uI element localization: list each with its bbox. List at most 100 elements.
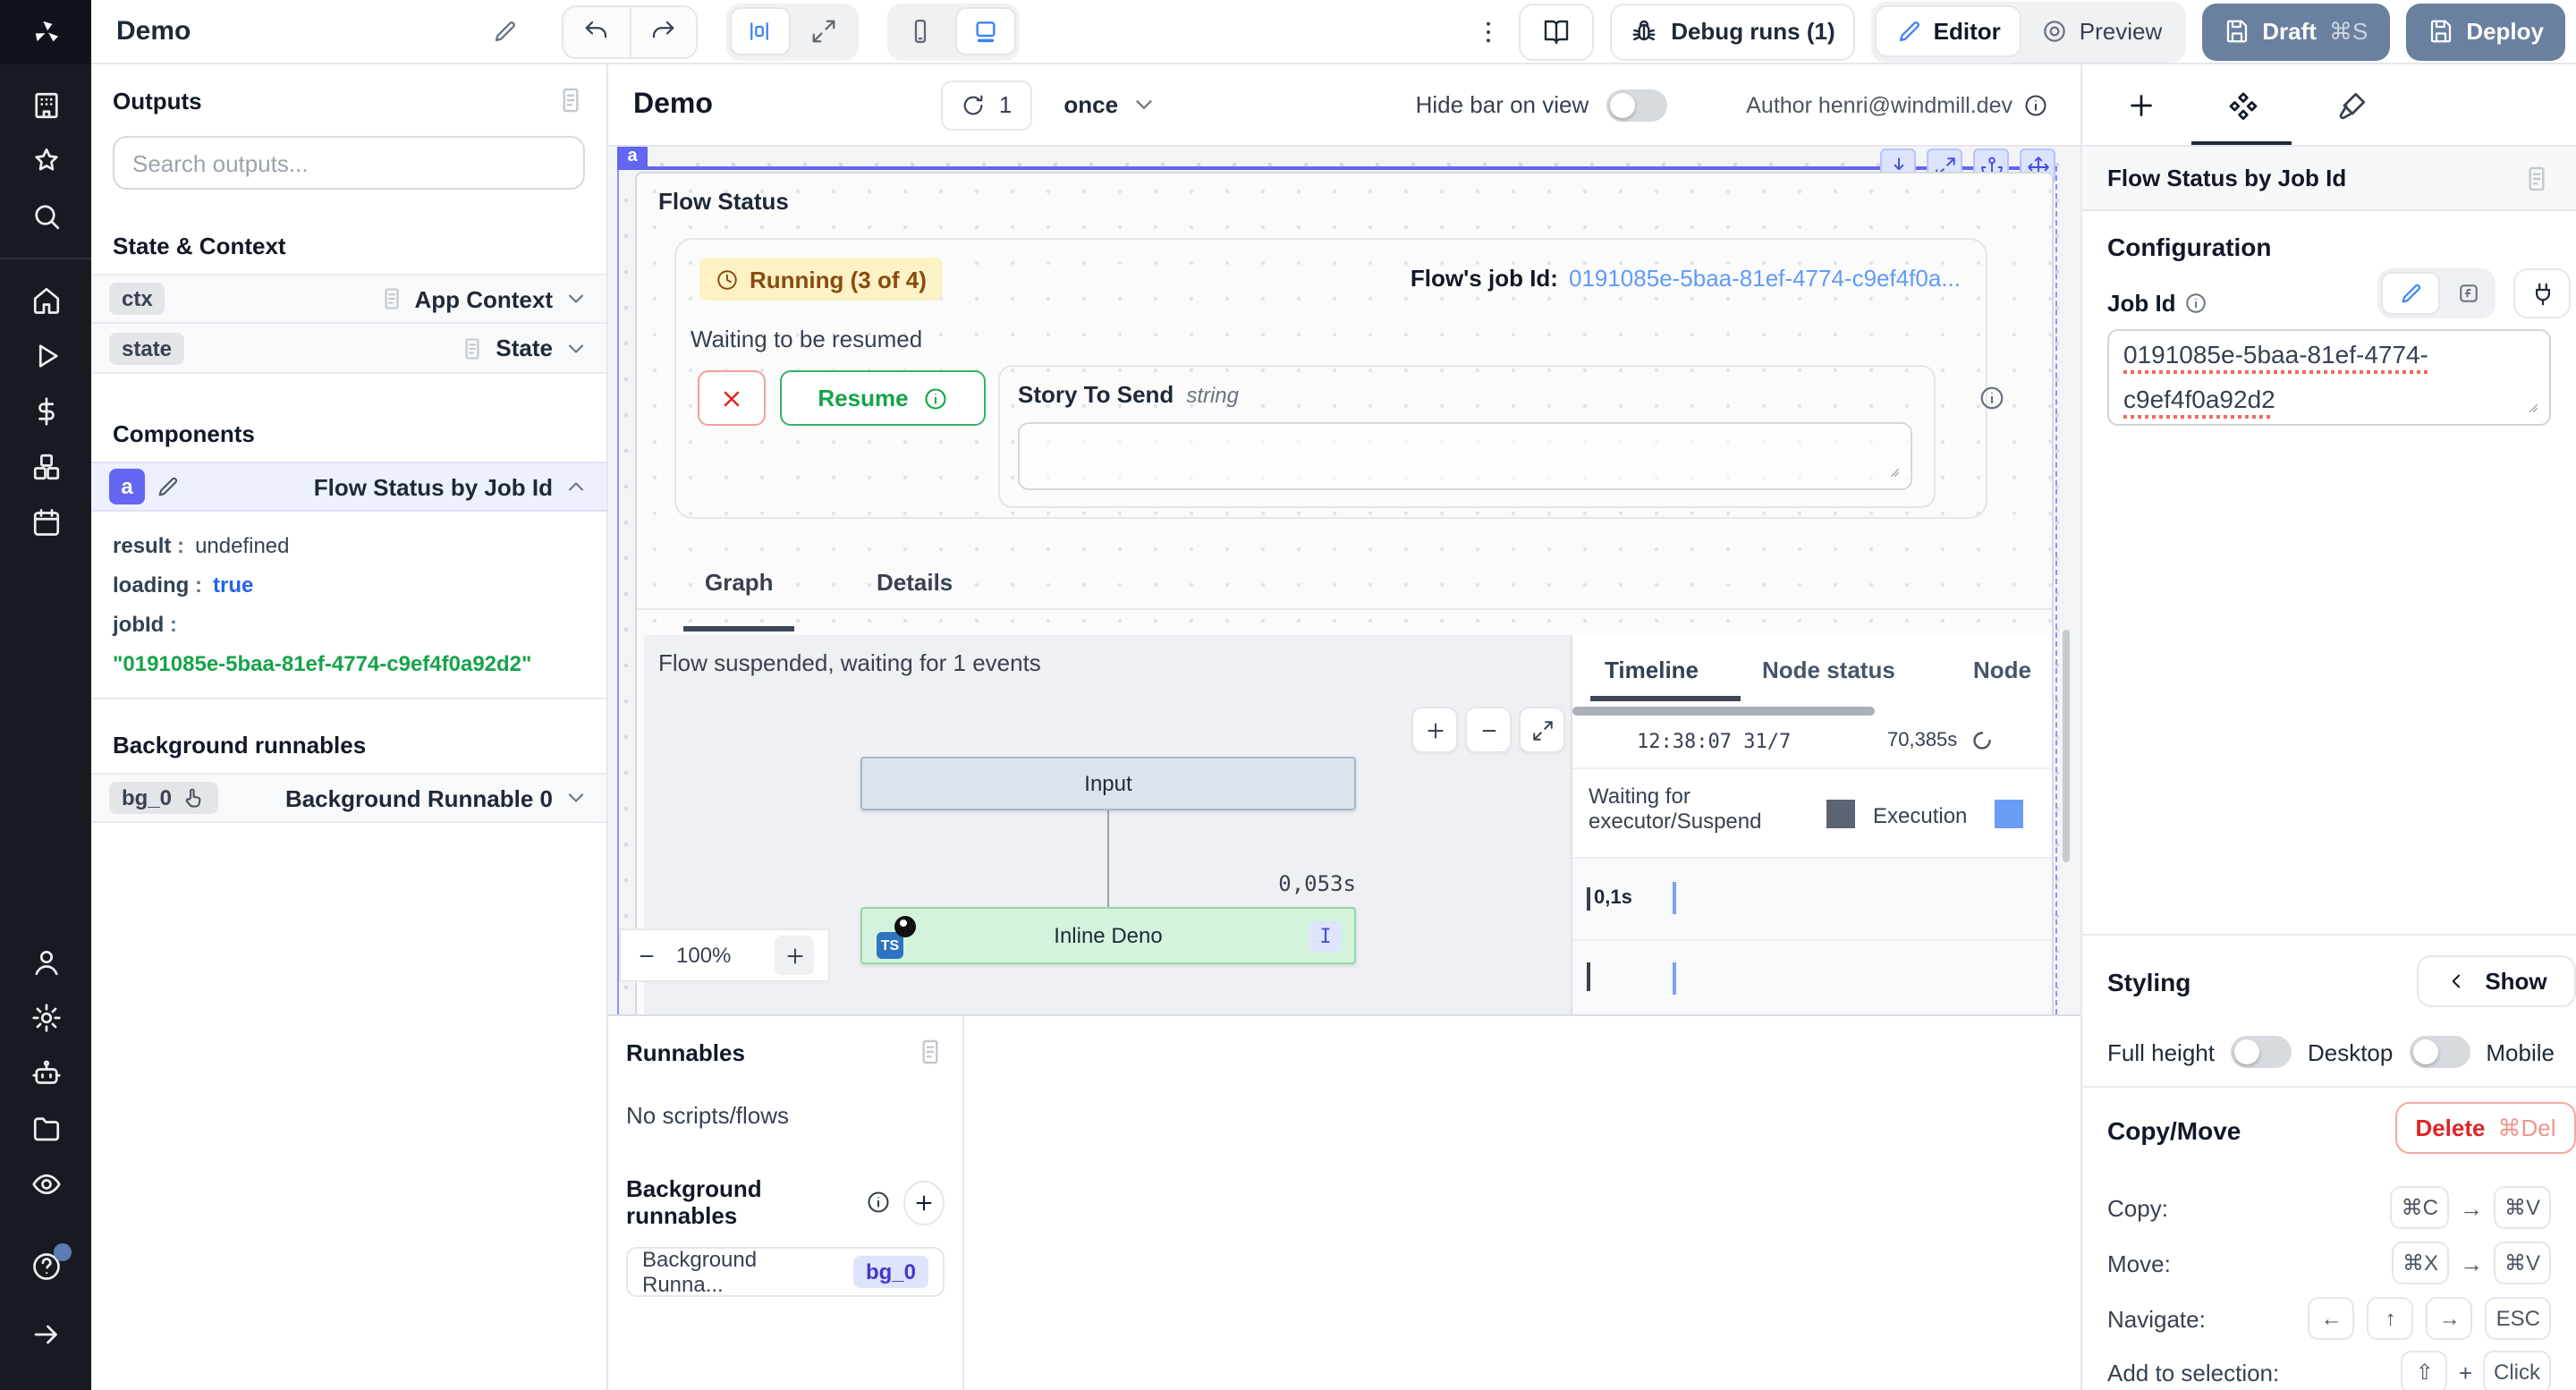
panel-doc-icon[interactable] [556, 86, 585, 114]
calendar-icon[interactable] [30, 506, 62, 538]
search-icon[interactable] [30, 200, 62, 233]
horizontal-scrollbar[interactable] [1572, 707, 1875, 716]
more-menu-icon[interactable] [1474, 17, 1503, 46]
background-runnables-heading: Background runnables [91, 699, 606, 773]
bg-item-label: Background Runna... [642, 1247, 839, 1297]
tab-node-status[interactable]: Node status [1762, 657, 1895, 683]
timeline-partial-row [1572, 941, 2054, 1014]
star-icon[interactable] [30, 145, 62, 177]
panel-doc-icon[interactable] [916, 1038, 945, 1066]
hide-bar-toggle[interactable] [1606, 89, 1667, 121]
app-canvas[interactable]: a Flow Status Running (3 of 4) [608, 147, 2080, 1014]
full-height-toggle[interactable] [2231, 1036, 2292, 1068]
cubes-icon[interactable] [30, 451, 62, 483]
settings-icon[interactable] [30, 1002, 62, 1034]
outputs-title: Outputs [113, 87, 202, 114]
cancel-button[interactable] [698, 370, 766, 426]
graph-node-inline-deno[interactable]: TS Inline Deno I [860, 907, 1356, 964]
fit-view-button[interactable] [1519, 707, 1565, 753]
preview-tab[interactable]: Preview [2022, 5, 2182, 57]
flow-status-box: Running (3 of 4) Flow's job Id: 0191085e… [674, 238, 1987, 519]
tab-graph[interactable]: Graph [705, 569, 774, 596]
zoom-out-button[interactable] [1465, 707, 1512, 753]
folder-icon[interactable] [30, 1113, 62, 1145]
add-component-tab[interactable] [2125, 89, 2157, 121]
home-icon[interactable] [30, 284, 62, 317]
mobile-view-button[interactable] [890, 7, 951, 55]
component-props: resultundefined loadingtrue jobId "01910… [91, 512, 606, 699]
desktop-toggle[interactable] [2409, 1036, 2470, 1068]
show-styling-button[interactable]: Show [2417, 955, 2576, 1007]
component-row-flow-status[interactable]: a Flow Status by Job Id [91, 462, 606, 512]
robot-icon[interactable] [30, 1057, 62, 1089]
tab-node[interactable]: Node [1973, 657, 2031, 683]
windmill-app-editor: Demo Debug runs (1) [0, 0, 2576, 1390]
flow-status-component[interactable]: Flow Status Running (3 of 4) Flow's job … [635, 172, 2054, 1014]
play-icon[interactable] [30, 340, 62, 372]
copy-shortcut-row: Copy: ⌘C → ⌘V [2107, 1186, 2551, 1229]
draft-button[interactable]: Draft ⌘S [2201, 3, 2389, 60]
help-icon[interactable] [30, 1250, 62, 1283]
rename-app-icon[interactable] [491, 18, 518, 45]
schedule-select[interactable]: once [1063, 91, 1157, 118]
chevron-down-icon[interactable] [564, 785, 589, 810]
info-icon[interactable] [867, 1190, 892, 1215]
ctx-row[interactable]: ctx App Context [91, 274, 606, 324]
bg-runnable-row[interactable]: bg_0 Background Runnable 0 [91, 773, 606, 823]
tab-details[interactable]: Details [877, 569, 953, 596]
vertical-scrollbar-thumb[interactable] [2063, 630, 2070, 862]
job-id-link[interactable]: 0191085e-5baa-81ef-4774-c9ef4f0a... [1569, 265, 1961, 292]
full-width-button[interactable] [793, 7, 854, 55]
editor-tab[interactable]: Editor [1875, 5, 2022, 57]
add-background-runnable-button[interactable] [904, 1180, 945, 1225]
plus-icon [1423, 718, 1446, 742]
job-id-input[interactable]: 0191085e-5baa-81ef-4774-c9ef4f0a92d2 [2107, 329, 2551, 426]
chevron-up-icon[interactable] [564, 474, 589, 499]
desktop-view-button[interactable] [954, 7, 1015, 55]
component-tag[interactable]: a [617, 147, 648, 170]
panel-doc-icon[interactable] [2522, 164, 2551, 192]
zoom-out-icon[interactable] [635, 944, 658, 967]
refresh-count-button[interactable]: 1 [942, 80, 1031, 130]
zoom-in-button[interactable] [1411, 707, 1458, 753]
zoom-in-button[interactable] [775, 936, 814, 975]
laptop-icon [970, 17, 999, 46]
background-runnable-item[interactable]: Background Runna... bg_0 [626, 1247, 945, 1297]
kbd-arrow-up: ↑ [2368, 1297, 2414, 1340]
collapse-right-icon[interactable] [30, 1318, 62, 1351]
center-layout-button[interactable] [729, 7, 790, 55]
state-row[interactable]: state State [91, 324, 606, 374]
connect-button[interactable] [2513, 268, 2571, 318]
component-settings-tab[interactable] [2227, 89, 2259, 121]
info-icon[interactable] [2185, 292, 2208, 315]
undo-button[interactable] [563, 6, 629, 56]
legend-execution-swatch [1995, 800, 2023, 828]
resize-grip-icon[interactable] [2529, 404, 2546, 420]
eye-icon[interactable] [30, 1168, 62, 1200]
story-textarea[interactable] [1018, 422, 1912, 490]
dollar-icon[interactable] [30, 395, 62, 428]
windmill-logo[interactable] [0, 0, 91, 64]
tick-label: 0,1s [1587, 886, 1632, 910]
delete-button[interactable]: Delete ⌘Del [2395, 1102, 2576, 1154]
debug-runs-button[interactable]: Debug runs (1) [1610, 3, 1854, 60]
info-icon[interactable] [1979, 385, 2005, 411]
building-icon[interactable] [30, 89, 62, 122]
search-outputs-input[interactable] [113, 136, 585, 190]
eval-mode-button[interactable] [2444, 272, 2492, 315]
theme-tab[interactable] [2336, 89, 2368, 121]
docs-button[interactable] [1519, 3, 1594, 60]
pencil-icon[interactable] [156, 474, 181, 499]
chevron-down-icon[interactable] [564, 286, 589, 311]
info-icon[interactable] [2023, 92, 2048, 117]
chevron-down-icon[interactable] [564, 335, 589, 360]
static-mode-button[interactable] [2381, 272, 2440, 315]
graph-node-input[interactable]: Input [860, 757, 1356, 810]
tab-timeline[interactable]: Timeline [1605, 657, 1699, 683]
resume-button[interactable]: Resume [780, 370, 986, 426]
user-icon[interactable] [30, 946, 62, 979]
resize-grip-icon[interactable] [1891, 469, 1907, 485]
deploy-button[interactable]: Deploy [2405, 3, 2565, 60]
redo-button[interactable] [629, 6, 695, 56]
desktop-label: Desktop [2308, 1038, 2393, 1065]
